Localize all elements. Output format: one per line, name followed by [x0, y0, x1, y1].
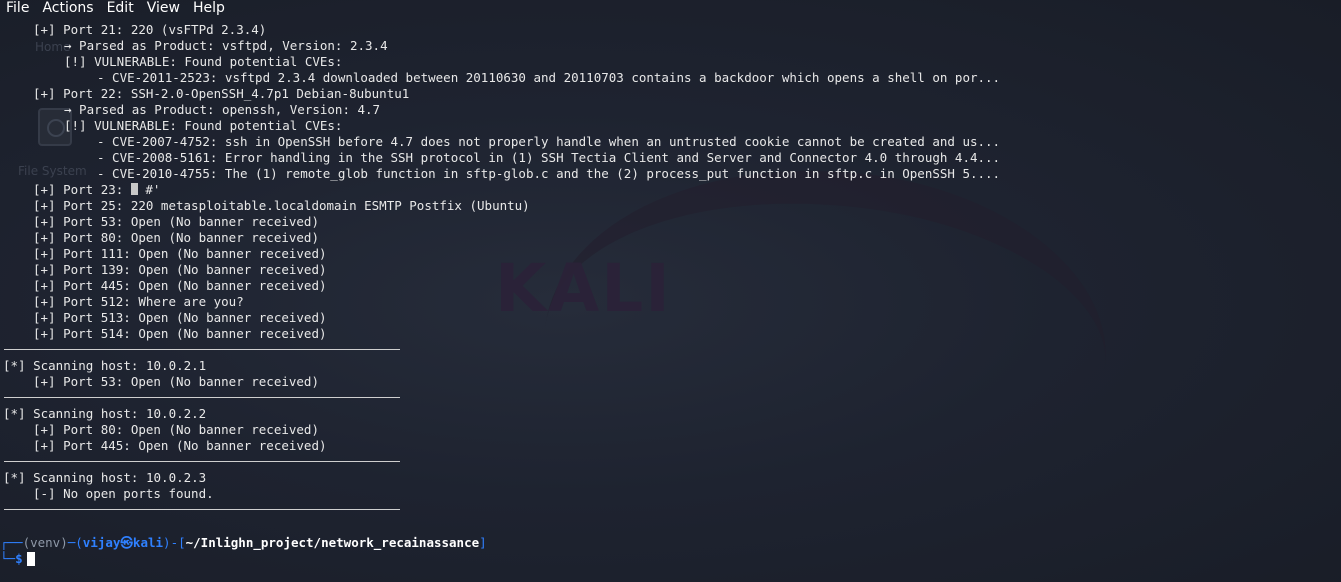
output-line: → Parsed as Product: vsftpd, Version: 2.…	[0, 38, 1341, 54]
output-line: [*] Scanning host: 10.0.2.3	[0, 470, 1341, 486]
terminal-window[interactable]: KALI Home File System File Actions Edit …	[0, 0, 1341, 582]
garbled-char-glyph	[130, 183, 138, 195]
prompt-venv: (venv)	[22, 535, 68, 550]
prompt-symbol: $	[15, 551, 23, 566]
output-line-text: [-] No open ports found.	[33, 486, 214, 501]
terminal-output[interactable]: [+] Port 21: 220 (vsFTPd 2.3.4) → Parsed …	[0, 22, 1341, 518]
menu-edit[interactable]: Edit	[101, 0, 141, 16]
output-line-text: [+] Port 23:	[33, 182, 131, 197]
output-line-text: [+] Port 80: Open (No banner received)	[33, 230, 319, 245]
prompt-corner-top: ┌──	[0, 535, 23, 550]
output-line-text: [+] Port 80: Open (No banner received)	[33, 422, 319, 437]
section-separator	[4, 509, 400, 510]
output-line-text: [!] VULNERABLE: Found potential CVEs:	[64, 54, 343, 69]
output-line: - CVE-2008-5161: Error handling in the S…	[0, 150, 1341, 166]
output-line: [+] Port 445: Open (No banner received)	[0, 438, 1341, 454]
output-line: [+] Port 21: 220 (vsFTPd 2.3.4)	[0, 22, 1341, 38]
output-line-text: [+] Port 513: Open (No banner received)	[33, 310, 327, 325]
output-line: [+] Port 512: Where are you?	[0, 294, 1341, 310]
output-line-text: - CVE-2010-4755: The (1) remote_glob fun…	[97, 166, 1001, 181]
output-line: - CVE-2010-4755: The (1) remote_glob fun…	[0, 166, 1341, 182]
output-line-text: - CVE-2007-4752: ssh in OpenSSH before 4…	[97, 134, 1001, 149]
output-line: [+] Port 139: Open (No banner received)	[0, 262, 1341, 278]
section-separator	[4, 397, 400, 398]
output-line: [+] Port 25: 220 metasploitable.localdom…	[0, 198, 1341, 214]
output-line: [+] Port 53: Open (No banner received)	[0, 374, 1341, 390]
output-line: [+] Port 513: Open (No banner received)	[0, 310, 1341, 326]
prompt-line-1: ┌──(venv)─(vijay㉿kali)-[~/Inlighn_projec…	[0, 535, 487, 551]
output-line: [+] Port 80: Open (No banner received)	[0, 230, 1341, 246]
menu-file[interactable]: File	[0, 0, 36, 16]
menubar: File Actions Edit View Help	[0, 0, 1341, 16]
output-line-text: → Parsed as Product: vsftpd, Version: 2.…	[64, 38, 388, 53]
output-line-text: [+] Port 22: SSH-2.0-OpenSSH_4.7p1 Debia…	[33, 86, 410, 101]
output-line-text: [+] Port 445: Open (No banner received)	[33, 278, 327, 293]
output-line: - CVE-2011-2523: vsftpd 2.3.4 downloaded…	[0, 70, 1341, 86]
output-line-text: [+] Port 514: Open (No banner received)	[33, 326, 327, 341]
output-line: [+] Port 80: Open (No banner received)	[0, 422, 1341, 438]
prompt-dash-bracket: -[	[170, 535, 186, 550]
output-line: [+] Port 23: #'	[0, 182, 1341, 198]
output-line: [-] No open ports found.	[0, 486, 1341, 502]
output-line-text: [+] Port 512: Where are you?	[33, 294, 244, 309]
output-line-text: [+] Port 139: Open (No banner received)	[33, 262, 327, 277]
output-line-text: [*] Scanning host: 10.0.2.2	[3, 406, 207, 421]
output-line: [+] Port 111: Open (No banner received)	[0, 246, 1341, 262]
output-line-text: [+] Port 21: 220 (vsFTPd 2.3.4)	[33, 22, 267, 37]
prompt-path: ~/Inlighn_project/network_recainassance	[185, 535, 480, 550]
output-line-text: - CVE-2011-2523: vsftpd 2.3.4 downloaded…	[97, 70, 1001, 85]
section-separator	[4, 349, 400, 350]
text-cursor[interactable]	[26, 552, 35, 566]
output-line: [!] VULNERABLE: Found potential CVEs:	[0, 118, 1341, 134]
prompt-open-paren: (	[75, 535, 83, 550]
output-line-text: → Parsed as Product: openssh, Version: 4…	[64, 102, 381, 117]
output-line-text: [*] Scanning host: 10.0.2.1	[3, 358, 207, 373]
menu-actions[interactable]: Actions	[36, 0, 100, 16]
output-line-suffix: #'	[137, 182, 161, 197]
prompt-user-host: vijay㉿kali	[82, 535, 164, 550]
output-line-text: [+] Port 111: Open (No banner received)	[33, 246, 327, 261]
prompt-line-2: └─$	[0, 551, 487, 567]
output-line-text: [*] Scanning host: 10.0.2.3	[3, 470, 207, 485]
output-line: [+] Port 22: SSH-2.0-OpenSSH_4.7p1 Debia…	[0, 86, 1341, 102]
output-line: - CVE-2007-4752: ssh in OpenSSH before 4…	[0, 134, 1341, 150]
output-line: [+] Port 445: Open (No banner received)	[0, 278, 1341, 294]
prompt-close-paren: )	[163, 535, 171, 550]
output-line: [+] Port 53: Open (No banner received)	[0, 214, 1341, 230]
output-line-text: [!] VULNERABLE: Found potential CVEs:	[64, 118, 343, 133]
prompt-corner-bottom: └─	[0, 551, 16, 566]
output-line-text: [+] Port 53: Open (No banner received)	[33, 214, 319, 229]
output-line-text: [+] Port 445: Open (No banner received)	[33, 438, 327, 453]
output-line: → Parsed as Product: openssh, Version: 4…	[0, 102, 1341, 118]
output-line: [+] Port 514: Open (No banner received)	[0, 326, 1341, 342]
shell-prompt[interactable]: ┌──(venv)─(vijay㉿kali)-[~/Inlighn_projec…	[0, 535, 487, 567]
output-line-text: [+] Port 25: 220 metasploitable.localdom…	[33, 198, 530, 213]
menu-help[interactable]: Help	[187, 0, 232, 16]
menu-view[interactable]: View	[141, 0, 187, 16]
output-line: [*] Scanning host: 10.0.2.2	[0, 406, 1341, 422]
section-separator	[4, 461, 400, 462]
output-line: [*] Scanning host: 10.0.2.1	[0, 358, 1341, 374]
output-line: [!] VULNERABLE: Found potential CVEs:	[0, 54, 1341, 70]
output-line-text: [+] Port 53: Open (No banner received)	[33, 374, 319, 389]
prompt-close-bracket: ]	[479, 535, 487, 550]
output-line-text: - CVE-2008-5161: Error handling in the S…	[97, 150, 1001, 165]
